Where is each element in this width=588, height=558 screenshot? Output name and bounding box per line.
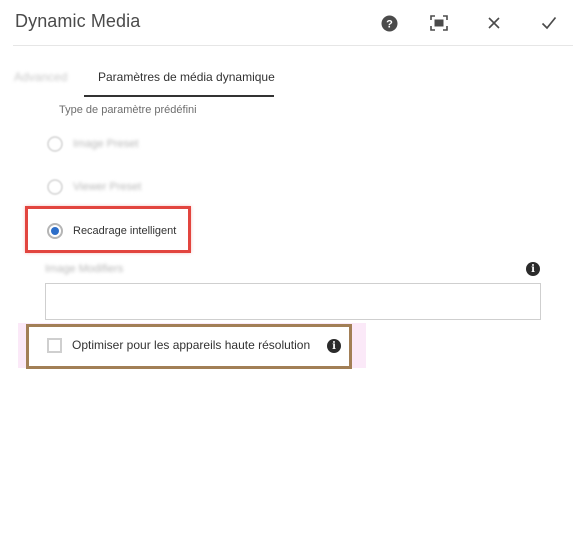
header-divider (13, 45, 573, 46)
tab-bar: Advanced Paramètres de média dynamique (0, 62, 588, 98)
radio-image-preset[interactable]: Image Preset (47, 134, 138, 154)
radio-viewer-preset[interactable]: Viewer Preset (47, 177, 141, 197)
hi-res-checkbox[interactable] (47, 338, 62, 353)
tab-advanced[interactable]: Advanced (14, 70, 67, 84)
fullscreen-button[interactable] (428, 12, 450, 34)
close-icon (488, 17, 500, 29)
image-modifiers-label: Image Modifiers (45, 263, 124, 275)
hi-res-label: Optimiser pour les appareils haute résol… (72, 338, 311, 352)
preset-type-label: Type de paramètre prédéfini (59, 104, 197, 116)
radio-label: Recadrage intelligent (73, 225, 177, 237)
active-tab-indicator (84, 95, 274, 97)
tab-dynamic-media-settings[interactable]: Paramètres de média dynamique (98, 70, 275, 84)
close-button[interactable] (483, 12, 505, 34)
svg-text:?: ? (386, 18, 393, 30)
radio-button-selected[interactable] (47, 223, 63, 239)
radio-button[interactable] (47, 179, 63, 195)
checkmark-icon (541, 16, 557, 30)
radio-label: Viewer Preset (73, 181, 142, 193)
dialog-header: Dynamic Media ? (0, 0, 588, 46)
info-icon[interactable]: i (327, 339, 341, 353)
done-button[interactable] (538, 12, 560, 34)
info-icon[interactable]: i (526, 262, 540, 276)
help-button[interactable]: ? (378, 12, 400, 34)
fullscreen-icon (430, 15, 448, 31)
radio-button[interactable] (47, 136, 63, 152)
radio-smart-crop[interactable]: Recadrage intelligent (47, 221, 176, 241)
radio-label: Image Preset (73, 138, 139, 150)
radio-selected-dot (51, 227, 59, 235)
dialog-title: Dynamic Media (15, 11, 141, 31)
image-modifiers-input[interactable] (45, 283, 541, 320)
help-circle-icon: ? (381, 15, 397, 31)
